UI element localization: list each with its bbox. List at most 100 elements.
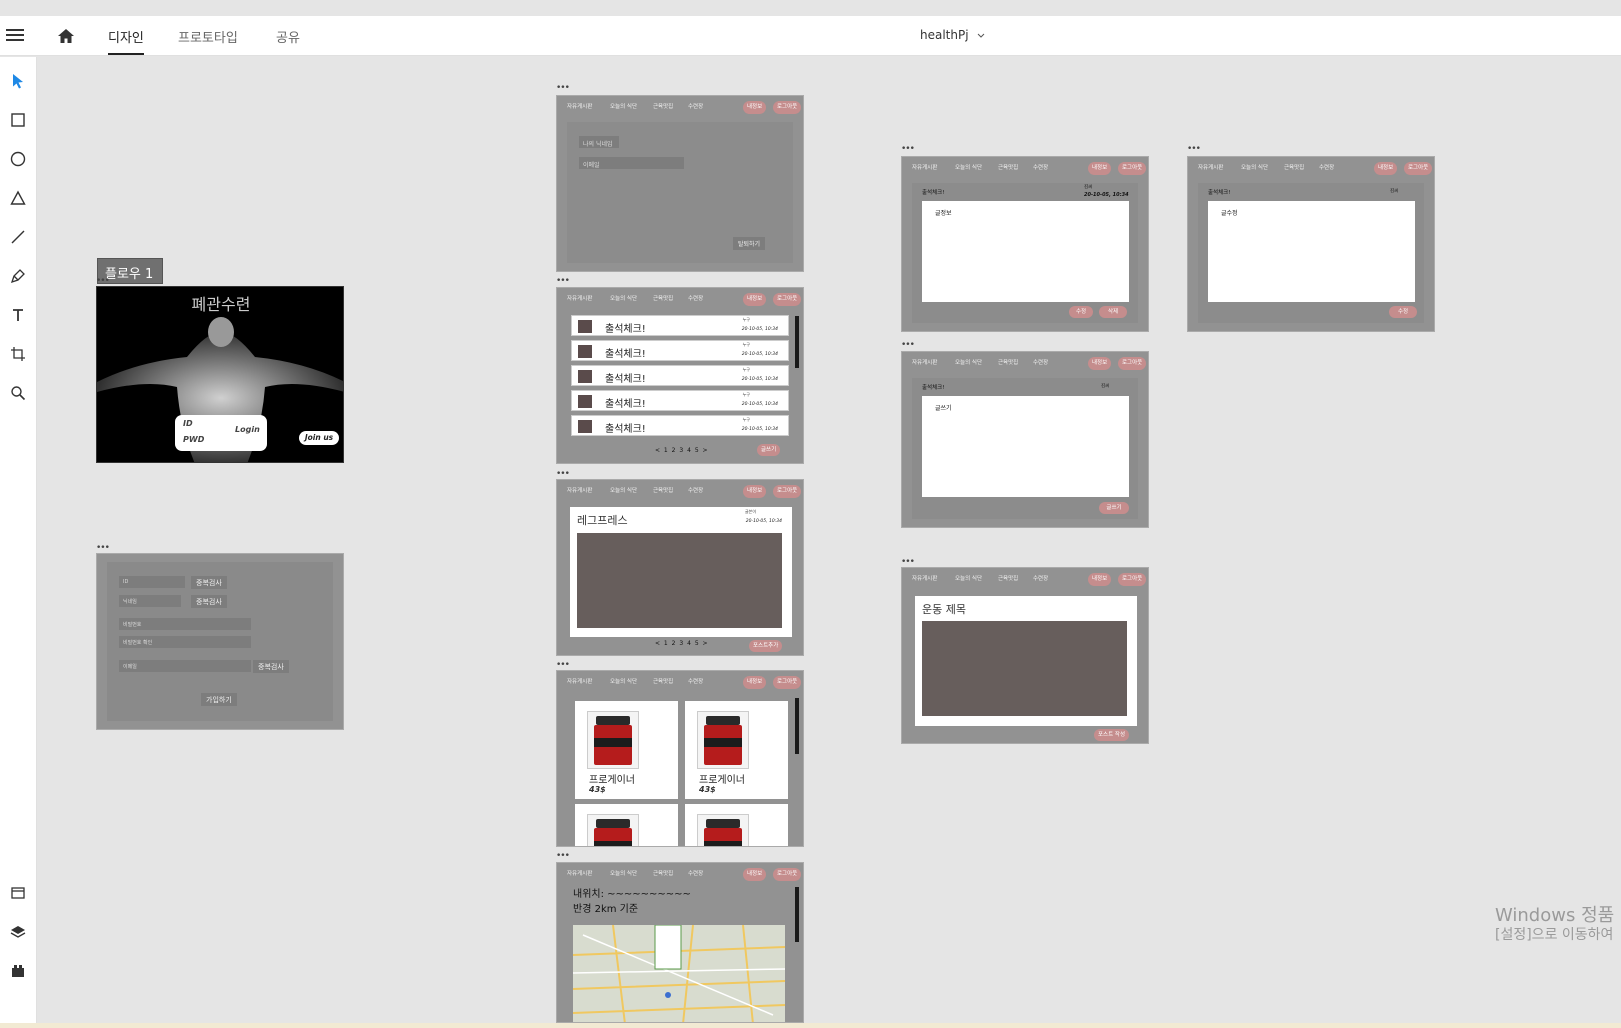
- map-view[interactable]: [572, 924, 786, 1022]
- nav-free-board[interactable]: 자유게시판: [1198, 163, 1223, 171]
- post-row[interactable]: 출석체크! 누구 20-10-05, 10:34: [571, 415, 789, 436]
- nav-training-place[interactable]: 수련장: [1033, 163, 1048, 171]
- logout-button[interactable]: 로그아웃: [1118, 357, 1147, 370]
- post-row[interactable]: 출석체크! 누구 20-10-05, 10:34: [571, 315, 789, 336]
- write-post-button[interactable]: 글쓰기: [757, 444, 781, 456]
- nav-free-board[interactable]: 자유게시판: [567, 102, 592, 110]
- nav-muscle-shop[interactable]: 근육맛집: [653, 102, 673, 110]
- signup-password-field[interactable]: 비밀번호: [119, 618, 251, 630]
- nav-muscle-shop[interactable]: 근육맛집: [1284, 163, 1304, 171]
- artboard-menu-dots[interactable]: •••: [901, 558, 915, 567]
- logout-button[interactable]: 로그아웃: [1404, 162, 1433, 175]
- logout-button[interactable]: 로그아웃: [1118, 162, 1147, 175]
- nav-today-diet[interactable]: 오늘의 식단: [610, 294, 637, 302]
- nav-free-board[interactable]: 자유게시판: [567, 869, 592, 877]
- nav-today-diet[interactable]: 오늘의 식단: [955, 358, 982, 366]
- my-info-button[interactable]: 내정보: [1088, 357, 1112, 370]
- pwd-input[interactable]: PWD: [183, 435, 204, 444]
- logout-button[interactable]: 로그아웃: [1118, 573, 1147, 586]
- text-tool-icon[interactable]: [6, 303, 30, 327]
- nav-training-place[interactable]: 수련장: [688, 677, 703, 685]
- nav-today-diet[interactable]: 오늘의 식단: [1241, 163, 1268, 171]
- dup-check-button-email[interactable]: 중복검사: [253, 660, 289, 673]
- nav-today-diet[interactable]: 오늘의 식단: [610, 869, 637, 877]
- artboard-menu-dots[interactable]: •••: [556, 470, 570, 479]
- artboard-menu-dots[interactable]: •••: [556, 852, 570, 861]
- signup-submit-button[interactable]: 가입하기: [201, 693, 237, 706]
- my-info-button[interactable]: 내정보: [743, 868, 767, 881]
- edit-content-area[interactable]: 글수정: [1208, 201, 1415, 302]
- artboard-post-write[interactable]: 자유게시판 오늘의 식단 근육맛집 수련장 내정보 로그아웃 출석체크! 김씨 …: [901, 351, 1149, 528]
- signup-id-field[interactable]: ID: [119, 576, 185, 588]
- plugins-panel-icon[interactable]: [6, 959, 30, 983]
- nav-free-board[interactable]: 자유게시판: [567, 294, 592, 302]
- nav-free-board[interactable]: 자유게시판: [912, 163, 937, 171]
- submit-write-button[interactable]: 글쓰기: [1099, 502, 1129, 514]
- my-info-button[interactable]: 내정보: [1374, 162, 1398, 175]
- nav-today-diet[interactable]: 오늘의 식단: [610, 486, 637, 494]
- nav-muscle-shop[interactable]: 근육맛집: [653, 486, 673, 494]
- post-row[interactable]: 출석체크! 누구 20-10-05, 10:34: [571, 340, 789, 361]
- login-button[interactable]: Login: [235, 425, 260, 434]
- withdraw-button[interactable]: 탈퇴하기: [733, 237, 766, 250]
- id-input[interactable]: ID: [183, 419, 193, 428]
- signup-password-confirm-field[interactable]: 비밀번호 확인: [119, 636, 251, 648]
- logout-button[interactable]: 로그아웃: [773, 293, 802, 306]
- artboard-diet-post[interactable]: 자유게시판 오늘의 식단 근육맛집 수련장 내정보 로그아웃 레그프레스 글쓴이…: [556, 479, 804, 656]
- nav-muscle-shop[interactable]: 근육맛집: [998, 358, 1018, 366]
- tab-prototype[interactable]: 프로토타입: [178, 27, 238, 46]
- list-scrollbar[interactable]: [795, 316, 799, 368]
- nav-today-diet[interactable]: 오늘의 식단: [955, 574, 982, 582]
- nav-today-diet[interactable]: 오늘의 식단: [610, 102, 637, 110]
- signup-nickname-field[interactable]: 닉네임: [119, 595, 181, 607]
- logout-button[interactable]: 로그아웃: [773, 868, 802, 881]
- my-info-button[interactable]: 내정보: [743, 485, 767, 498]
- nav-today-diet[interactable]: 오늘의 식단: [610, 677, 637, 685]
- my-email-field[interactable]: 이메일: [579, 157, 684, 169]
- design-canvas[interactable]: 플로우 1 ••• 폐관수련 ID PWD Login Join us ••• …: [38, 57, 1621, 1023]
- add-post-button[interactable]: 포스트추가: [749, 640, 783, 652]
- ellipse-tool-icon[interactable]: [6, 147, 30, 171]
- post-row[interactable]: 출석체크! 누구 20-10-05, 10:34: [571, 365, 789, 386]
- my-nickname-field[interactable]: 나의 닉네임: [579, 136, 619, 148]
- product-card[interactable]: [685, 804, 788, 846]
- artboard-menu-dots[interactable]: •••: [901, 341, 915, 350]
- product-card[interactable]: [575, 804, 678, 846]
- nav-training-place[interactable]: 수련장: [688, 102, 703, 110]
- artboard-post-detail[interactable]: 자유게시판 오늘의 식단 근육맛집 수련장 내정보 로그아웃 출석체크! 김씨 …: [901, 156, 1149, 332]
- artboard-menu-dots[interactable]: •••: [96, 277, 110, 286]
- zoom-tool-icon[interactable]: [6, 381, 30, 405]
- nav-training-place[interactable]: 수련장: [688, 486, 703, 494]
- logout-button[interactable]: 로그아웃: [773, 485, 802, 498]
- nav-free-board[interactable]: 자유게시판: [912, 358, 937, 366]
- home-icon[interactable]: [56, 26, 76, 46]
- my-info-button[interactable]: 내정보: [1088, 162, 1112, 175]
- layers-panel-icon[interactable]: [6, 920, 30, 944]
- artboard-menu-dots[interactable]: •••: [556, 84, 570, 93]
- line-tool-icon[interactable]: [6, 225, 30, 249]
- artboard-menu-dots[interactable]: •••: [901, 145, 915, 154]
- artboard-menu-dots[interactable]: •••: [556, 277, 570, 286]
- write-workout-post-button[interactable]: 포스트 작성: [1094, 729, 1130, 741]
- assets-panel-icon[interactable]: [6, 881, 30, 905]
- document-title-dropdown[interactable]: healthPj: [920, 28, 985, 42]
- pagination[interactable]: < 1 2 3 4 5 >: [655, 640, 709, 647]
- edit-post-button[interactable]: 수정: [1069, 306, 1093, 318]
- artboard-signup[interactable]: ID 중복검사 닉네임 중복검사 비밀번호 비밀번호 확인 이메일 중복검사 가…: [96, 553, 344, 730]
- polygon-tool-icon[interactable]: [6, 186, 30, 210]
- nav-free-board[interactable]: 자유게시판: [567, 677, 592, 685]
- my-info-button[interactable]: 내정보: [743, 676, 767, 689]
- map-scrollbar[interactable]: [795, 887, 799, 942]
- nav-free-board[interactable]: 자유게시판: [912, 574, 937, 582]
- artboard-menu-dots[interactable]: •••: [96, 544, 110, 553]
- select-tool-icon[interactable]: [6, 69, 30, 93]
- nav-training-place[interactable]: 수련장: [1319, 163, 1334, 171]
- rectangle-tool-icon[interactable]: [6, 108, 30, 132]
- signup-email-field[interactable]: 이메일: [119, 660, 251, 672]
- pagination[interactable]: < 1 2 3 4 5 >: [655, 447, 709, 454]
- product-card[interactable]: 프로게이너 43$: [575, 701, 678, 799]
- nav-muscle-shop[interactable]: 근육맛집: [653, 677, 673, 685]
- artboard-post-edit[interactable]: 자유게시판 오늘의 식단 근육맛집 수련장 내정보 로그아웃 출석체크! 김씨 …: [1187, 156, 1435, 332]
- artboard-tool-icon[interactable]: [6, 342, 30, 366]
- hamburger-menu-icon[interactable]: [6, 26, 24, 44]
